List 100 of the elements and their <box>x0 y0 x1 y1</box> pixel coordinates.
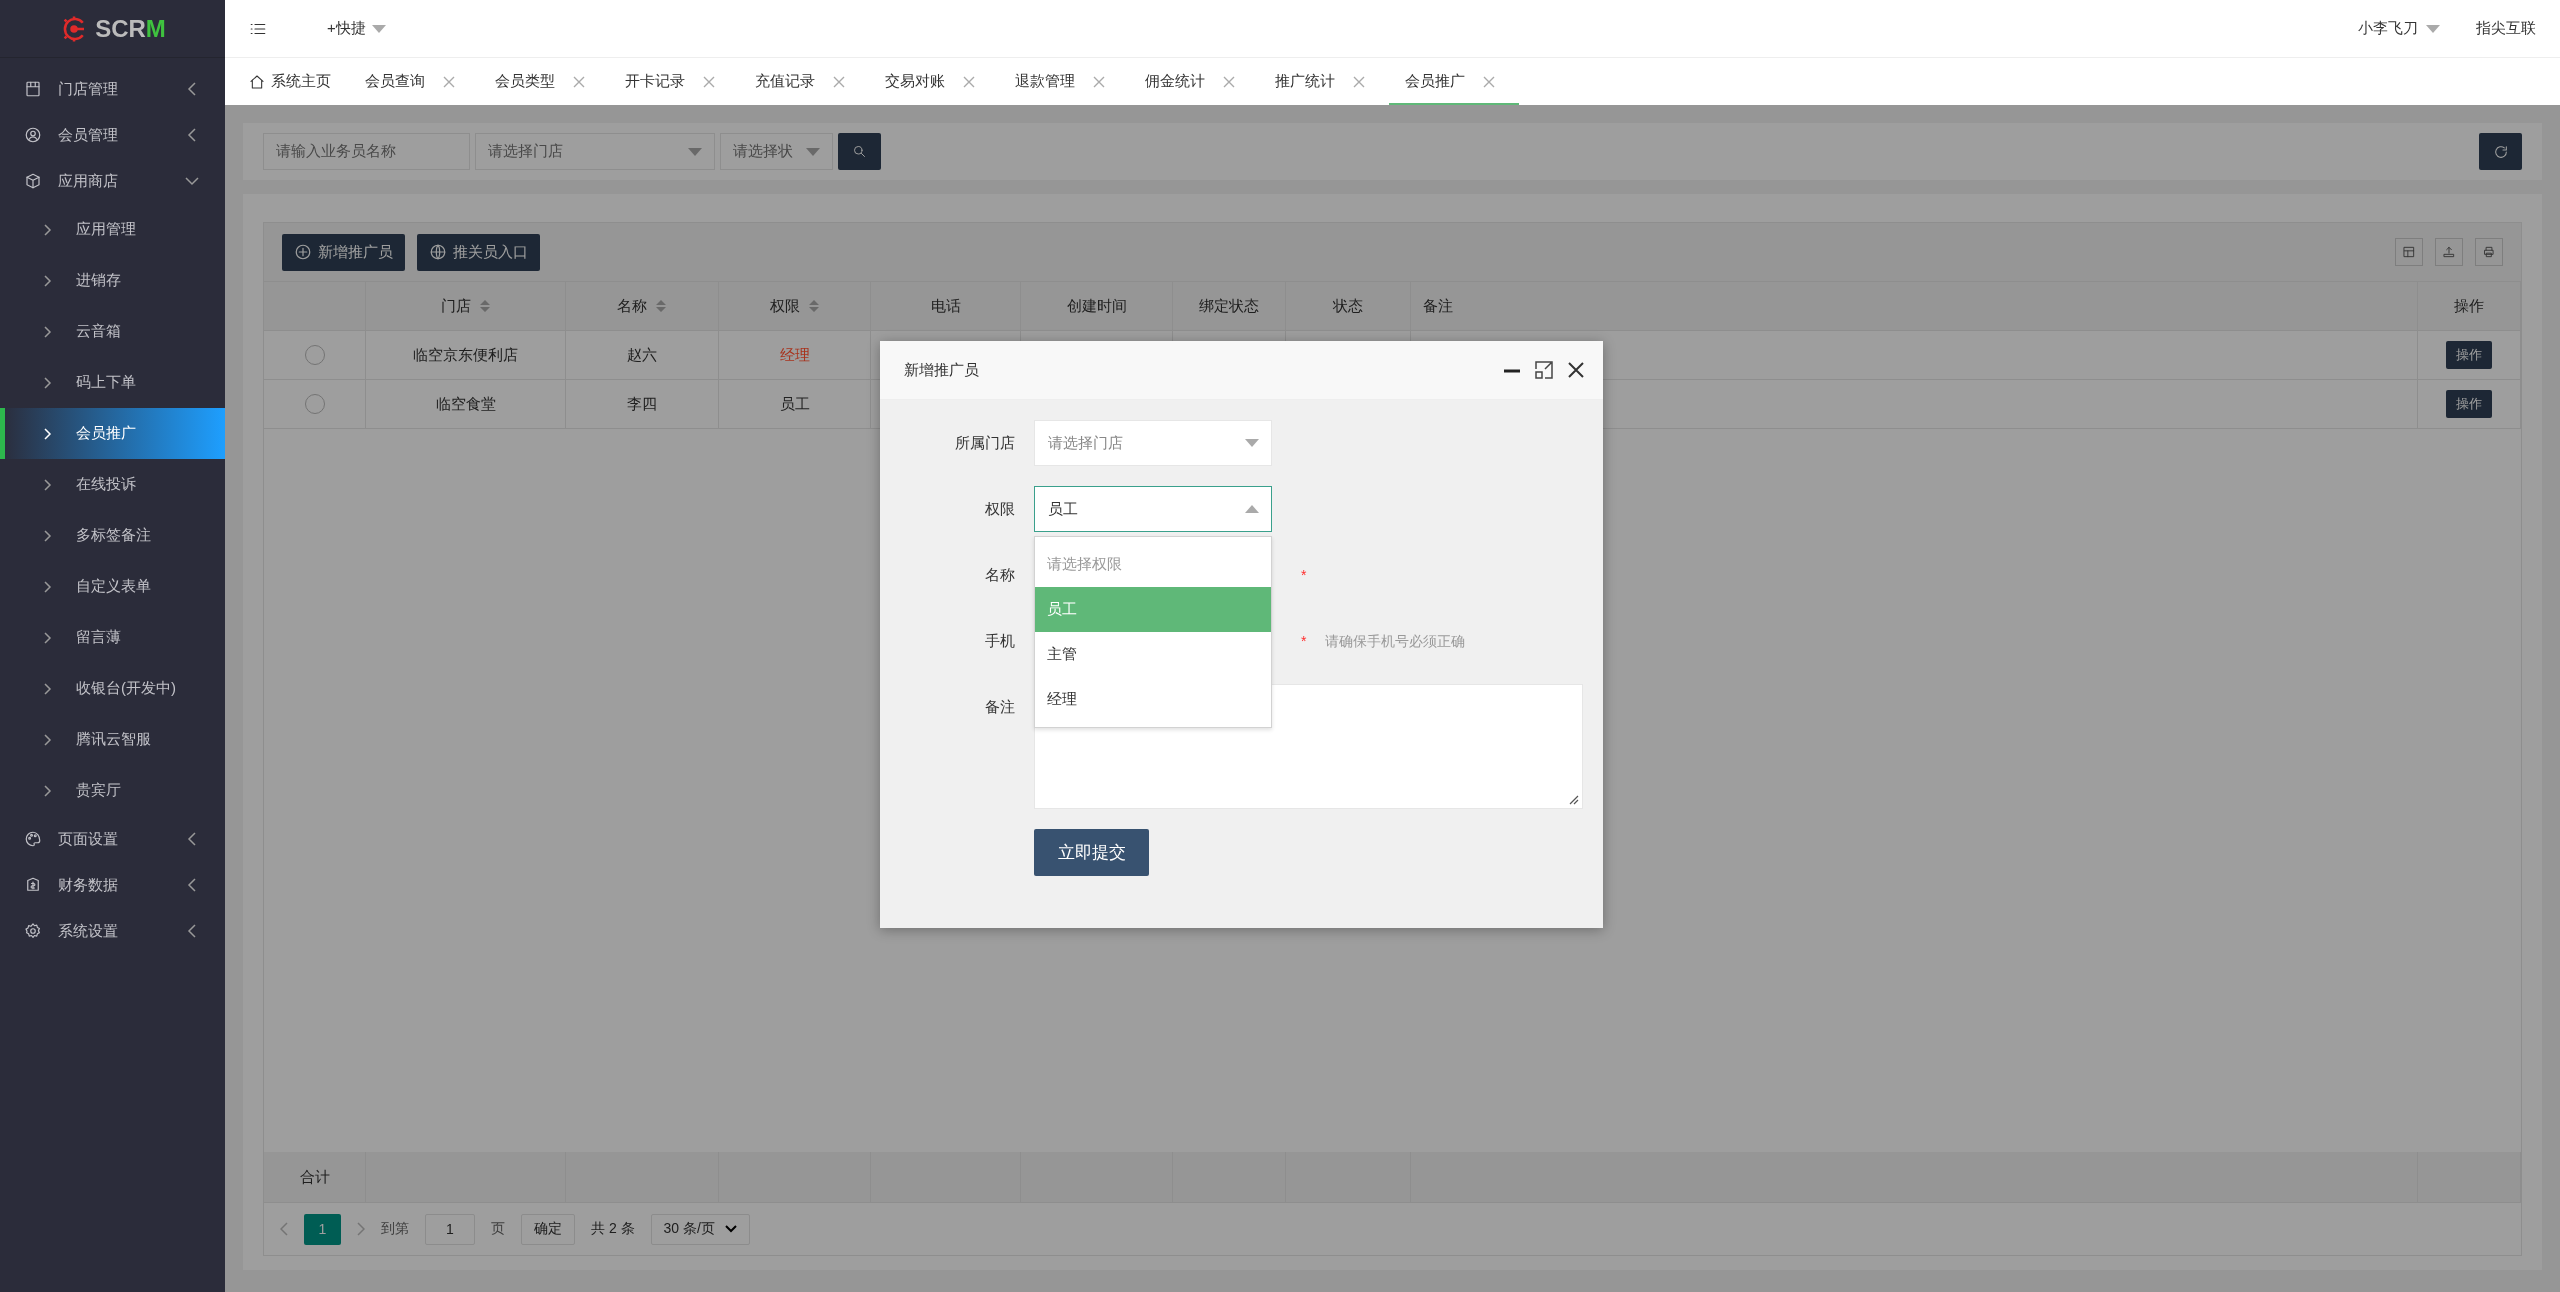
role-text: 经理 <box>779 345 810 365</box>
column-header: 创建时间 <box>1021 282 1173 331</box>
columns-button[interactable] <box>2395 238 2423 266</box>
sidebar-subitem[interactable]: 进销存 <box>0 255 225 306</box>
sidebar-subitem[interactable]: 多标签备注 <box>0 510 225 561</box>
chevron-right-icon <box>44 631 52 644</box>
page-tab[interactable]: 会员类型 <box>479 58 609 105</box>
table-cell: 李四 <box>566 380 719 429</box>
page-tab[interactable]: 会员推广 <box>1389 58 1519 105</box>
refresh-button[interactable] <box>2479 133 2522 170</box>
caret-down-icon <box>2426 24 2440 33</box>
row-radio[interactable] <box>304 394 325 414</box>
chevron-right-icon <box>44 784 52 797</box>
palette-icon <box>24 830 42 848</box>
sidebar-subitem[interactable]: 留言薄 <box>0 612 225 663</box>
sidebar-subitem[interactable]: 码上下单 <box>0 357 225 408</box>
search-button[interactable] <box>838 133 881 170</box>
name-search-field[interactable]: 请输入业务员名称 <box>263 133 470 170</box>
company-name[interactable]: 指尖互联 <box>2476 19 2536 38</box>
dropdown-option[interactable]: 经理 <box>1035 677 1271 722</box>
field-label: 备注 <box>984 697 1015 717</box>
dropdown-option[interactable]: 主管 <box>1035 632 1271 677</box>
sidebar-subitem[interactable]: 云音箱 <box>0 306 225 357</box>
action-button[interactable]: 操作 <box>2446 390 2492 418</box>
dialog-title: 新增推广员 <box>904 360 980 380</box>
chevron-down-icon <box>724 1225 737 1233</box>
chevron-right-icon <box>44 223 52 236</box>
caret-down-icon <box>806 147 820 156</box>
sidebar-subitem[interactable]: 会员推广 <box>0 408 225 459</box>
field-label: 所属门店 <box>954 433 1015 453</box>
sidebar-item[interactable]: 页面设置 <box>0 816 225 862</box>
column-header: 操作 <box>2418 282 2521 331</box>
sidebar-item[interactable]: 财务数据 <box>0 862 225 908</box>
refresh-icon <box>2492 143 2509 160</box>
total-label: 合计 <box>264 1152 366 1203</box>
required-mark: * <box>1301 566 1307 585</box>
sidebar-item[interactable]: 应用商店 <box>0 158 225 204</box>
globe-icon <box>429 243 447 261</box>
user-circle-icon <box>24 126 42 144</box>
sidebar-subitem[interactable]: 收银台(开发中) <box>0 663 225 714</box>
sidebar-item[interactable]: 系统设置 <box>0 908 225 954</box>
sidebar-subitem[interactable]: 在线投诉 <box>0 459 225 510</box>
chevron-right-icon <box>44 529 52 542</box>
page-tab[interactable]: 推广统计 <box>1259 58 1389 105</box>
close-icon[interactable] <box>1567 361 1585 379</box>
column-header[interactable]: 权限 <box>719 282 871 331</box>
page-tab[interactable]: 系统主页 <box>241 58 349 105</box>
prev-page-icon[interactable] <box>280 1222 288 1236</box>
field-label: 手机 <box>984 631 1015 651</box>
export-button[interactable] <box>2435 238 2463 266</box>
search-icon <box>852 144 867 159</box>
page-input[interactable]: 1 <box>425 1213 475 1245</box>
chevron-right-icon <box>44 478 52 491</box>
confirm-button[interactable]: 确定 <box>521 1213 575 1245</box>
chevron-right-icon <box>44 325 52 338</box>
sort-icon[interactable] <box>807 299 820 313</box>
entry-button[interactable]: 推关员入口 <box>417 233 540 271</box>
next-page-icon[interactable] <box>357 1222 365 1236</box>
resize-grip-icon[interactable] <box>1569 795 1579 805</box>
sort-icon[interactable] <box>478 299 491 313</box>
sidebar-subitem[interactable]: 贵宾厅 <box>0 765 225 816</box>
sidebar-subitem[interactable]: 应用管理 <box>0 204 225 255</box>
role-text: 员工 <box>779 394 810 414</box>
add-promoter-button[interactable]: 新增推广员 <box>282 233 405 271</box>
page-tab[interactable]: 退款管理 <box>999 58 1129 105</box>
sidebar-subitem[interactable]: 腾讯云智服 <box>0 714 225 765</box>
quick-menu[interactable]: +快捷 <box>327 19 386 38</box>
caret-up-icon <box>1245 505 1259 513</box>
chevron-right-icon <box>44 682 52 695</box>
page-tab[interactable]: 充值记录 <box>739 58 869 105</box>
column-header[interactable]: 门店 <box>366 282 566 331</box>
grid-icon <box>2402 245 2416 259</box>
maximize-icon[interactable] <box>1535 361 1553 379</box>
column-header: 状态 <box>1286 282 1411 331</box>
sidebar-subitem[interactable]: 自定义表单 <box>0 561 225 612</box>
select-field[interactable]: 请选择门店 <box>1034 420 1272 466</box>
table-cell: 临空食堂 <box>366 380 566 429</box>
print-icon <box>2482 245 2496 259</box>
action-button[interactable]: 操作 <box>2446 341 2492 369</box>
field-label: 权限 <box>984 499 1015 519</box>
page-tab[interactable]: 会员查询 <box>349 58 479 105</box>
table-cell: 赵六 <box>566 331 719 380</box>
page-tab[interactable]: 佣金统计 <box>1129 58 1259 105</box>
field-hint: 请确保手机号必须正确 <box>1325 632 1466 651</box>
sidebar-item[interactable]: 门店管理 <box>0 66 225 112</box>
print-button[interactable] <box>2475 238 2503 266</box>
user-menu[interactable]: 小李飞刀 <box>2358 19 2440 38</box>
column-header[interactable]: 名称 <box>566 282 719 331</box>
page-tab[interactable]: 开卡记录 <box>609 58 739 105</box>
caret-down-icon <box>688 147 702 156</box>
store-icon <box>24 80 42 98</box>
chevron-right-icon <box>44 427 52 440</box>
sidebar-item[interactable]: 会员管理 <box>0 112 225 158</box>
page-tab[interactable]: 交易对账 <box>869 58 999 105</box>
sort-icon[interactable] <box>655 299 667 313</box>
row-radio[interactable] <box>304 345 325 365</box>
caret-down-icon <box>1245 439 1259 447</box>
page-size-select[interactable]: 30 条/页 <box>650 1213 750 1245</box>
submit-button[interactable]: 立即提交 <box>1034 829 1149 876</box>
page-unit: 页 <box>491 1220 505 1238</box>
